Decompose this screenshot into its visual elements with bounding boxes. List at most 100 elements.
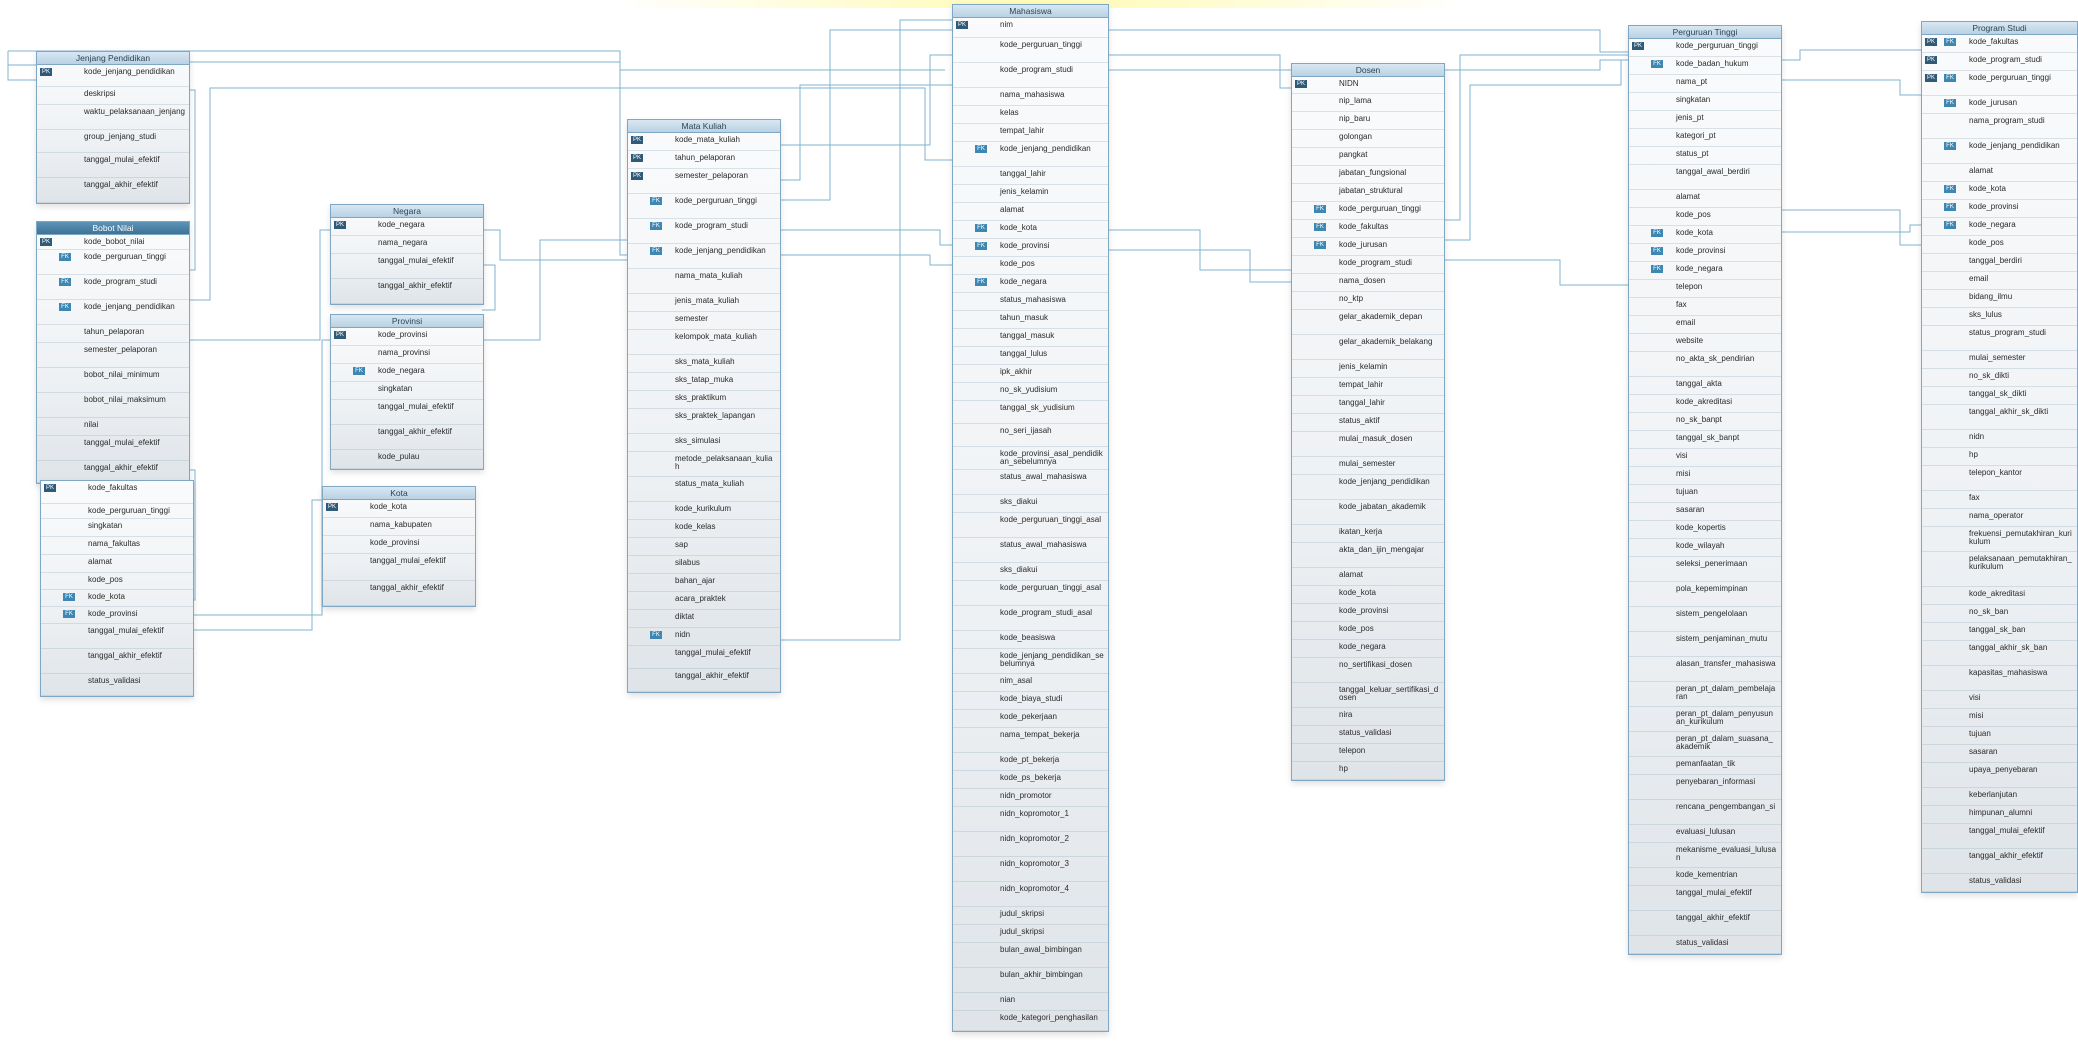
attribute-row[interactable]: kode_perguruan_tinggi bbox=[41, 504, 193, 519]
attribute-row[interactable]: status_pt bbox=[1629, 147, 1781, 165]
attribute-row[interactable]: tahun_pelaporan bbox=[37, 325, 189, 343]
attribute-row[interactable]: mulai_masuk_dosen bbox=[1292, 432, 1444, 457]
attribute-row[interactable]: fax bbox=[1922, 491, 2077, 509]
attribute-row[interactable]: kode_kopertis bbox=[1629, 521, 1781, 539]
attribute-row[interactable]: nama_provinsi bbox=[331, 346, 483, 364]
attribute-row[interactable]: nama_operator bbox=[1922, 509, 2077, 527]
attribute-row[interactable]: kode_kurikulum bbox=[628, 502, 780, 520]
attribute-row[interactable]: evaluasi_lulusan bbox=[1629, 825, 1781, 843]
attribute-row[interactable]: status_validasi bbox=[1629, 936, 1781, 954]
attribute-row[interactable]: tanggal_akhir_efektif bbox=[1629, 911, 1781, 936]
attribute-row[interactable]: kode_jenjang_pendidikan_sebelumnya bbox=[953, 649, 1108, 674]
attribute-row[interactable]: jenis_mata_kuliah bbox=[628, 294, 780, 312]
attribute-row[interactable]: tanggal_akhir_efektif bbox=[628, 669, 780, 692]
entity-dosen[interactable]: Dosen PK NIDN nip_lama nip_baru golongan pangk… bbox=[1291, 63, 1445, 781]
attribute-row[interactable]: PK kode_program_studi bbox=[1922, 53, 2077, 71]
attribute-row[interactable]: kategori_pt bbox=[1629, 129, 1781, 147]
attribute-row[interactable]: no_seri_ijasah bbox=[953, 424, 1108, 447]
attribute-row[interactable]: PK kode_provinsi bbox=[331, 328, 483, 346]
attribute-row[interactable]: status_validasi bbox=[41, 674, 193, 696]
attribute-row[interactable]: PK kode_jenjang_pendidikan bbox=[37, 65, 189, 87]
attribute-row[interactable]: kode_perguruan_tinggi_asal bbox=[953, 581, 1108, 606]
attribute-row[interactable]: frekuensi_pemutakhiran_kurikulum bbox=[1922, 527, 2077, 552]
attribute-row[interactable]: PK kode_fakultas bbox=[41, 481, 193, 504]
attribute-row[interactable]: gelar_akademik_belakang bbox=[1292, 335, 1444, 360]
attribute-row[interactable]: nidn_promotor bbox=[953, 789, 1108, 807]
attribute-row[interactable]: jabatan_fungsional bbox=[1292, 166, 1444, 184]
attribute-row[interactable]: tanggal_akhir_efektif bbox=[37, 178, 189, 203]
attribute-row[interactable]: kode_jenjang_pendidikan bbox=[1292, 475, 1444, 500]
attribute-row[interactable]: tanggal_sk_dikti bbox=[1922, 387, 2077, 405]
attribute-row[interactable]: hp bbox=[1292, 762, 1444, 780]
attribute-row[interactable]: nama_tempat_bekerja bbox=[953, 728, 1108, 753]
attribute-row[interactable]: FK kode_kota bbox=[1629, 226, 1781, 244]
attribute-row[interactable]: kode_provinsi bbox=[323, 536, 475, 554]
attribute-row[interactable]: nidn_kopromotor_3 bbox=[953, 857, 1108, 882]
attribute-row[interactable]: singkatan bbox=[1629, 93, 1781, 111]
attribute-row[interactable]: FK kode_perguruan_tinggi bbox=[628, 194, 780, 219]
attribute-row[interactable]: pelaksanaan_pemutakhiran_kurikulum bbox=[1922, 552, 2077, 587]
attribute-row[interactable]: FK kode_kota bbox=[953, 221, 1108, 239]
attribute-row[interactable]: alamat bbox=[41, 555, 193, 573]
attribute-row[interactable]: tanggal_akhir_sk_dikti bbox=[1922, 405, 2077, 430]
attribute-row[interactable]: deskripsi bbox=[37, 87, 189, 105]
attribute-row[interactable]: sks_lulus bbox=[1922, 308, 2077, 326]
attribute-row[interactable]: no_sk_yudisium bbox=[953, 383, 1108, 401]
attribute-row[interactable]: nip_baru bbox=[1292, 112, 1444, 130]
attribute-row[interactable]: FK kode_provinsi bbox=[953, 239, 1108, 257]
attribute-row[interactable]: sasaran bbox=[1922, 745, 2077, 763]
attribute-row[interactable]: pemanfaatan_tik bbox=[1629, 757, 1781, 775]
attribute-row[interactable]: tanggal_awal_berdiri bbox=[1629, 165, 1781, 190]
attribute-row[interactable]: status_mahasiswa bbox=[953, 293, 1108, 311]
attribute-row[interactable]: kode_program_studi bbox=[953, 63, 1108, 88]
attribute-row[interactable]: tanggal_mulai_efektif bbox=[1922, 824, 2077, 849]
attribute-row[interactable]: FK kode_kota bbox=[41, 590, 193, 607]
attribute-row[interactable]: kode_kementrian bbox=[1629, 868, 1781, 886]
attribute-row[interactable]: email bbox=[1922, 272, 2077, 290]
attribute-row[interactable]: visi bbox=[1629, 449, 1781, 467]
attribute-row[interactable]: email bbox=[1629, 316, 1781, 334]
attribute-row[interactable]: nira bbox=[1292, 708, 1444, 726]
attribute-row[interactable]: kode_provinsi bbox=[1292, 604, 1444, 622]
attribute-row[interactable]: akta_dan_ijin_mengajar bbox=[1292, 543, 1444, 568]
attribute-row[interactable]: alamat bbox=[1922, 164, 2077, 182]
attribute-row[interactable]: tanggal_akhir_efektif bbox=[331, 279, 483, 304]
attribute-row[interactable]: no_sertifikasi_dosen bbox=[1292, 658, 1444, 683]
attribute-row[interactable]: PK nim bbox=[953, 18, 1108, 38]
attribute-row[interactable]: telepon bbox=[1292, 744, 1444, 762]
attribute-row[interactable]: semester_pelaporan bbox=[37, 343, 189, 368]
attribute-row[interactable]: tanggal_lahir bbox=[953, 167, 1108, 185]
attribute-row[interactable]: nama_program_studi bbox=[1922, 114, 2077, 139]
attribute-row[interactable]: nama_negara bbox=[331, 236, 483, 254]
attribute-row[interactable]: status_program_studi bbox=[1922, 326, 2077, 351]
attribute-row[interactable]: tanggal_keluar_sertifikasi_dosen bbox=[1292, 683, 1444, 708]
attribute-row[interactable]: no_sk_dikti bbox=[1922, 369, 2077, 387]
attribute-row[interactable]: singkatan bbox=[41, 519, 193, 537]
entity-fakultas[interactable]: PK kode_fakultas kode_perguruan_tinggi sing… bbox=[40, 480, 194, 697]
attribute-row[interactable]: no_sk_ban bbox=[1922, 605, 2077, 623]
attribute-row[interactable]: tanggal_mulai_efektif bbox=[331, 400, 483, 425]
attribute-row[interactable]: FK kode_negara bbox=[953, 275, 1108, 293]
attribute-row[interactable]: keberlanjutan bbox=[1922, 788, 2077, 806]
attribute-row[interactable]: seleksi_penerimaan bbox=[1629, 557, 1781, 582]
attribute-row[interactable]: kelompok_mata_kuliah bbox=[628, 330, 780, 355]
attribute-row[interactable]: upaya_penyebaran bbox=[1922, 763, 2077, 788]
attribute-row[interactable]: nama_mahasiswa bbox=[953, 88, 1108, 106]
attribute-row[interactable]: alamat bbox=[1292, 568, 1444, 586]
attribute-row[interactable]: tanggal_masuk bbox=[953, 329, 1108, 347]
attribute-row[interactable]: kode_pos bbox=[953, 257, 1108, 275]
attribute-row[interactable]: sks_praktikum bbox=[628, 391, 780, 409]
attribute-row[interactable]: penyebaran_informasi bbox=[1629, 775, 1781, 800]
attribute-row[interactable]: tanggal_lulus bbox=[953, 347, 1108, 365]
attribute-row[interactable]: jenis_kelamin bbox=[1292, 360, 1444, 378]
attribute-row[interactable]: mulai_semester bbox=[1922, 351, 2077, 369]
attribute-row[interactable]: sistem_pengelolaan bbox=[1629, 607, 1781, 632]
attribute-row[interactable]: sap bbox=[628, 538, 780, 556]
attribute-row[interactable]: kode_beasiswa bbox=[953, 631, 1108, 649]
attribute-row[interactable]: waktu_pelaksanaan_jenjang bbox=[37, 105, 189, 130]
attribute-row[interactable]: judul_skripsi bbox=[953, 925, 1108, 943]
attribute-row[interactable]: kode_program_studi_asal bbox=[953, 606, 1108, 631]
attribute-row[interactable]: PK kode_negara bbox=[331, 218, 483, 236]
attribute-row[interactable]: tanggal_berdiri bbox=[1922, 254, 2077, 272]
attribute-row[interactable]: kode_kelas bbox=[628, 520, 780, 538]
